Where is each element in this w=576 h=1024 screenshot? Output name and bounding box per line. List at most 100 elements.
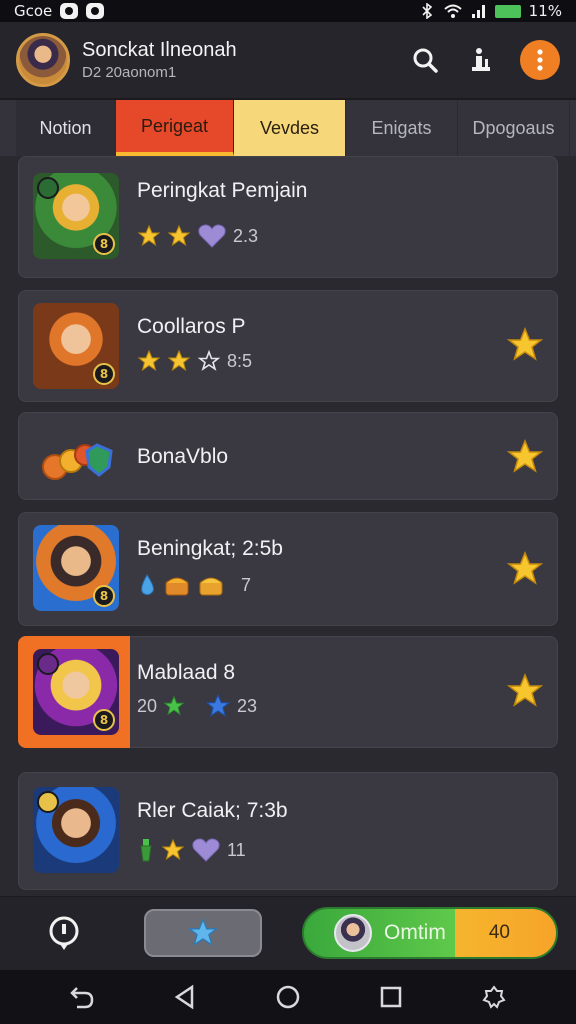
list-item-meta: 20 23 [137,693,257,719]
level-badge: 8 [93,709,115,731]
level-badge: 8 [93,233,115,255]
tab-enigats[interactable]: Enigats [346,100,458,156]
favorite-star-icon[interactable] [507,439,543,475]
list-item-selected[interactable]: 8 Mablaad 8 20 23 [18,636,558,748]
star-outline-icon [197,349,221,371]
confirm-label: Omtim [384,921,446,944]
profile-info: Sonckat Ilneonah D2 20aonom1 [82,39,237,81]
meta-value: 8:5 [227,350,253,371]
confirm-count: 40 [488,922,510,943]
hero-thumbnail: 8 [33,525,119,611]
favorite-star-icon[interactable] [507,551,543,587]
list-item[interactable]: 8 Coollaros P 8:5 [18,290,558,402]
heart-icon [198,224,226,248]
element-icon [37,653,59,675]
search-icon [413,48,438,73]
more-icon [537,49,543,71]
app-notification-icon [86,3,105,19]
star-icon [163,695,185,716]
hero-thumbnail [33,787,119,873]
more-button[interactable] [520,40,560,80]
info-button[interactable] [464,43,498,77]
tab-dpogoaus[interactable]: Dpogoaus [458,100,570,156]
meta-prefix: 20 [137,695,158,716]
element-icon [37,177,59,199]
recents-square-icon [380,986,402,1008]
system-nav-bar [0,970,576,1024]
nav-triangle-button[interactable] [170,982,200,1012]
list-item-title: BonaVblo [137,445,229,468]
chest-icon [199,577,223,596]
back-arrow-icon [69,987,93,1009]
meta-value: 2.3 [233,225,259,246]
list-item[interactable]: 8 Beningkat; 2:5b 7 [18,512,558,626]
triangle-back-icon [174,984,194,1010]
nav-recents-button[interactable] [376,982,406,1012]
chest-icon [165,577,189,596]
search-button[interactable] [408,43,442,77]
profile-subtitle: D2 20aonom1 [82,64,177,81]
tab-bar: Notion Perigeat Vevdes Enigats Dpogoaus [0,100,576,156]
list-item-meta: 7 [137,573,251,597]
signal-icon [471,5,485,18]
list-item-meta: 8:5 [137,349,252,373]
nav-back-button[interactable] [67,982,97,1012]
level-badge: 8 [93,585,115,607]
status-bar: Gcoe 11% [0,0,576,22]
hero-thumbnail: 8 [33,649,119,735]
list-item-title: Coollaros P [137,315,246,338]
hero-thumbnail: 8 [33,303,119,389]
list-item[interactable]: BonaVblo [18,412,558,500]
star-icon [205,693,231,718]
hint-button[interactable] [46,915,82,951]
star-icon [188,918,218,947]
star-icon [137,349,161,372]
tab-notion[interactable]: Notion [16,100,116,156]
status-left-text: Gcoe [14,2,53,20]
battery-icon [494,4,521,18]
bottle-icon [140,839,152,862]
coins-icon [42,443,113,480]
list-item-title: Beningkat; 2:5b [137,537,283,560]
profile-name: Sonckat Ilneonah [82,39,237,61]
list-item[interactable]: Rler Caiak; 7:3b 11 [18,772,558,890]
star-icon [137,224,161,247]
avatar[interactable] [16,33,70,87]
notification-icon [60,3,79,19]
favorite-star-icon[interactable] [507,327,543,363]
list-item-title: Mablaad 8 [137,661,236,684]
bluetooth-icon [422,3,432,19]
heart-icon [192,838,220,862]
meta-value: 11 [227,839,246,860]
star-icon [167,224,191,247]
assistant-icon [482,985,506,1009]
emoji-icon [37,791,59,813]
star-icon [167,349,191,372]
item-thumbnail [33,415,119,501]
tab-perigeat[interactable]: Perigeat [116,100,234,156]
hero-thumbnail: 8 [33,173,119,259]
bottom-action-bar: Omtim 40 [0,896,576,970]
wifi-icon [443,4,462,18]
nav-home-button[interactable] [273,982,303,1012]
tab-vevdes[interactable]: Vevdes [234,100,346,156]
avatar [334,914,372,952]
list-item-meta: 11 [137,837,246,863]
meta-value: 23 [237,695,258,716]
home-circle-icon [276,985,300,1009]
info-icon [472,48,490,71]
meta-value: 7 [241,574,252,595]
list-item-meta: 2.3 [137,223,258,249]
list-item-title: Rler Caiak; 7:3b [137,799,288,822]
drop-icon [141,574,154,596]
list-item-title: Peringkat Pemjain [137,179,308,202]
level-badge: 8 [93,363,115,385]
nav-assistant-button[interactable] [479,982,509,1012]
app-header: Sonckat Ilneonah D2 20aonom1 [0,22,576,100]
battery-text: 11% [528,2,562,20]
confirm-button[interactable]: Omtim 40 [302,907,558,959]
list-item[interactable]: 8 Peringkat Pemjain 2.3 [18,156,558,278]
star-icon [161,838,185,861]
favorite-star-icon[interactable] [507,673,543,709]
favorite-button[interactable] [144,909,262,957]
